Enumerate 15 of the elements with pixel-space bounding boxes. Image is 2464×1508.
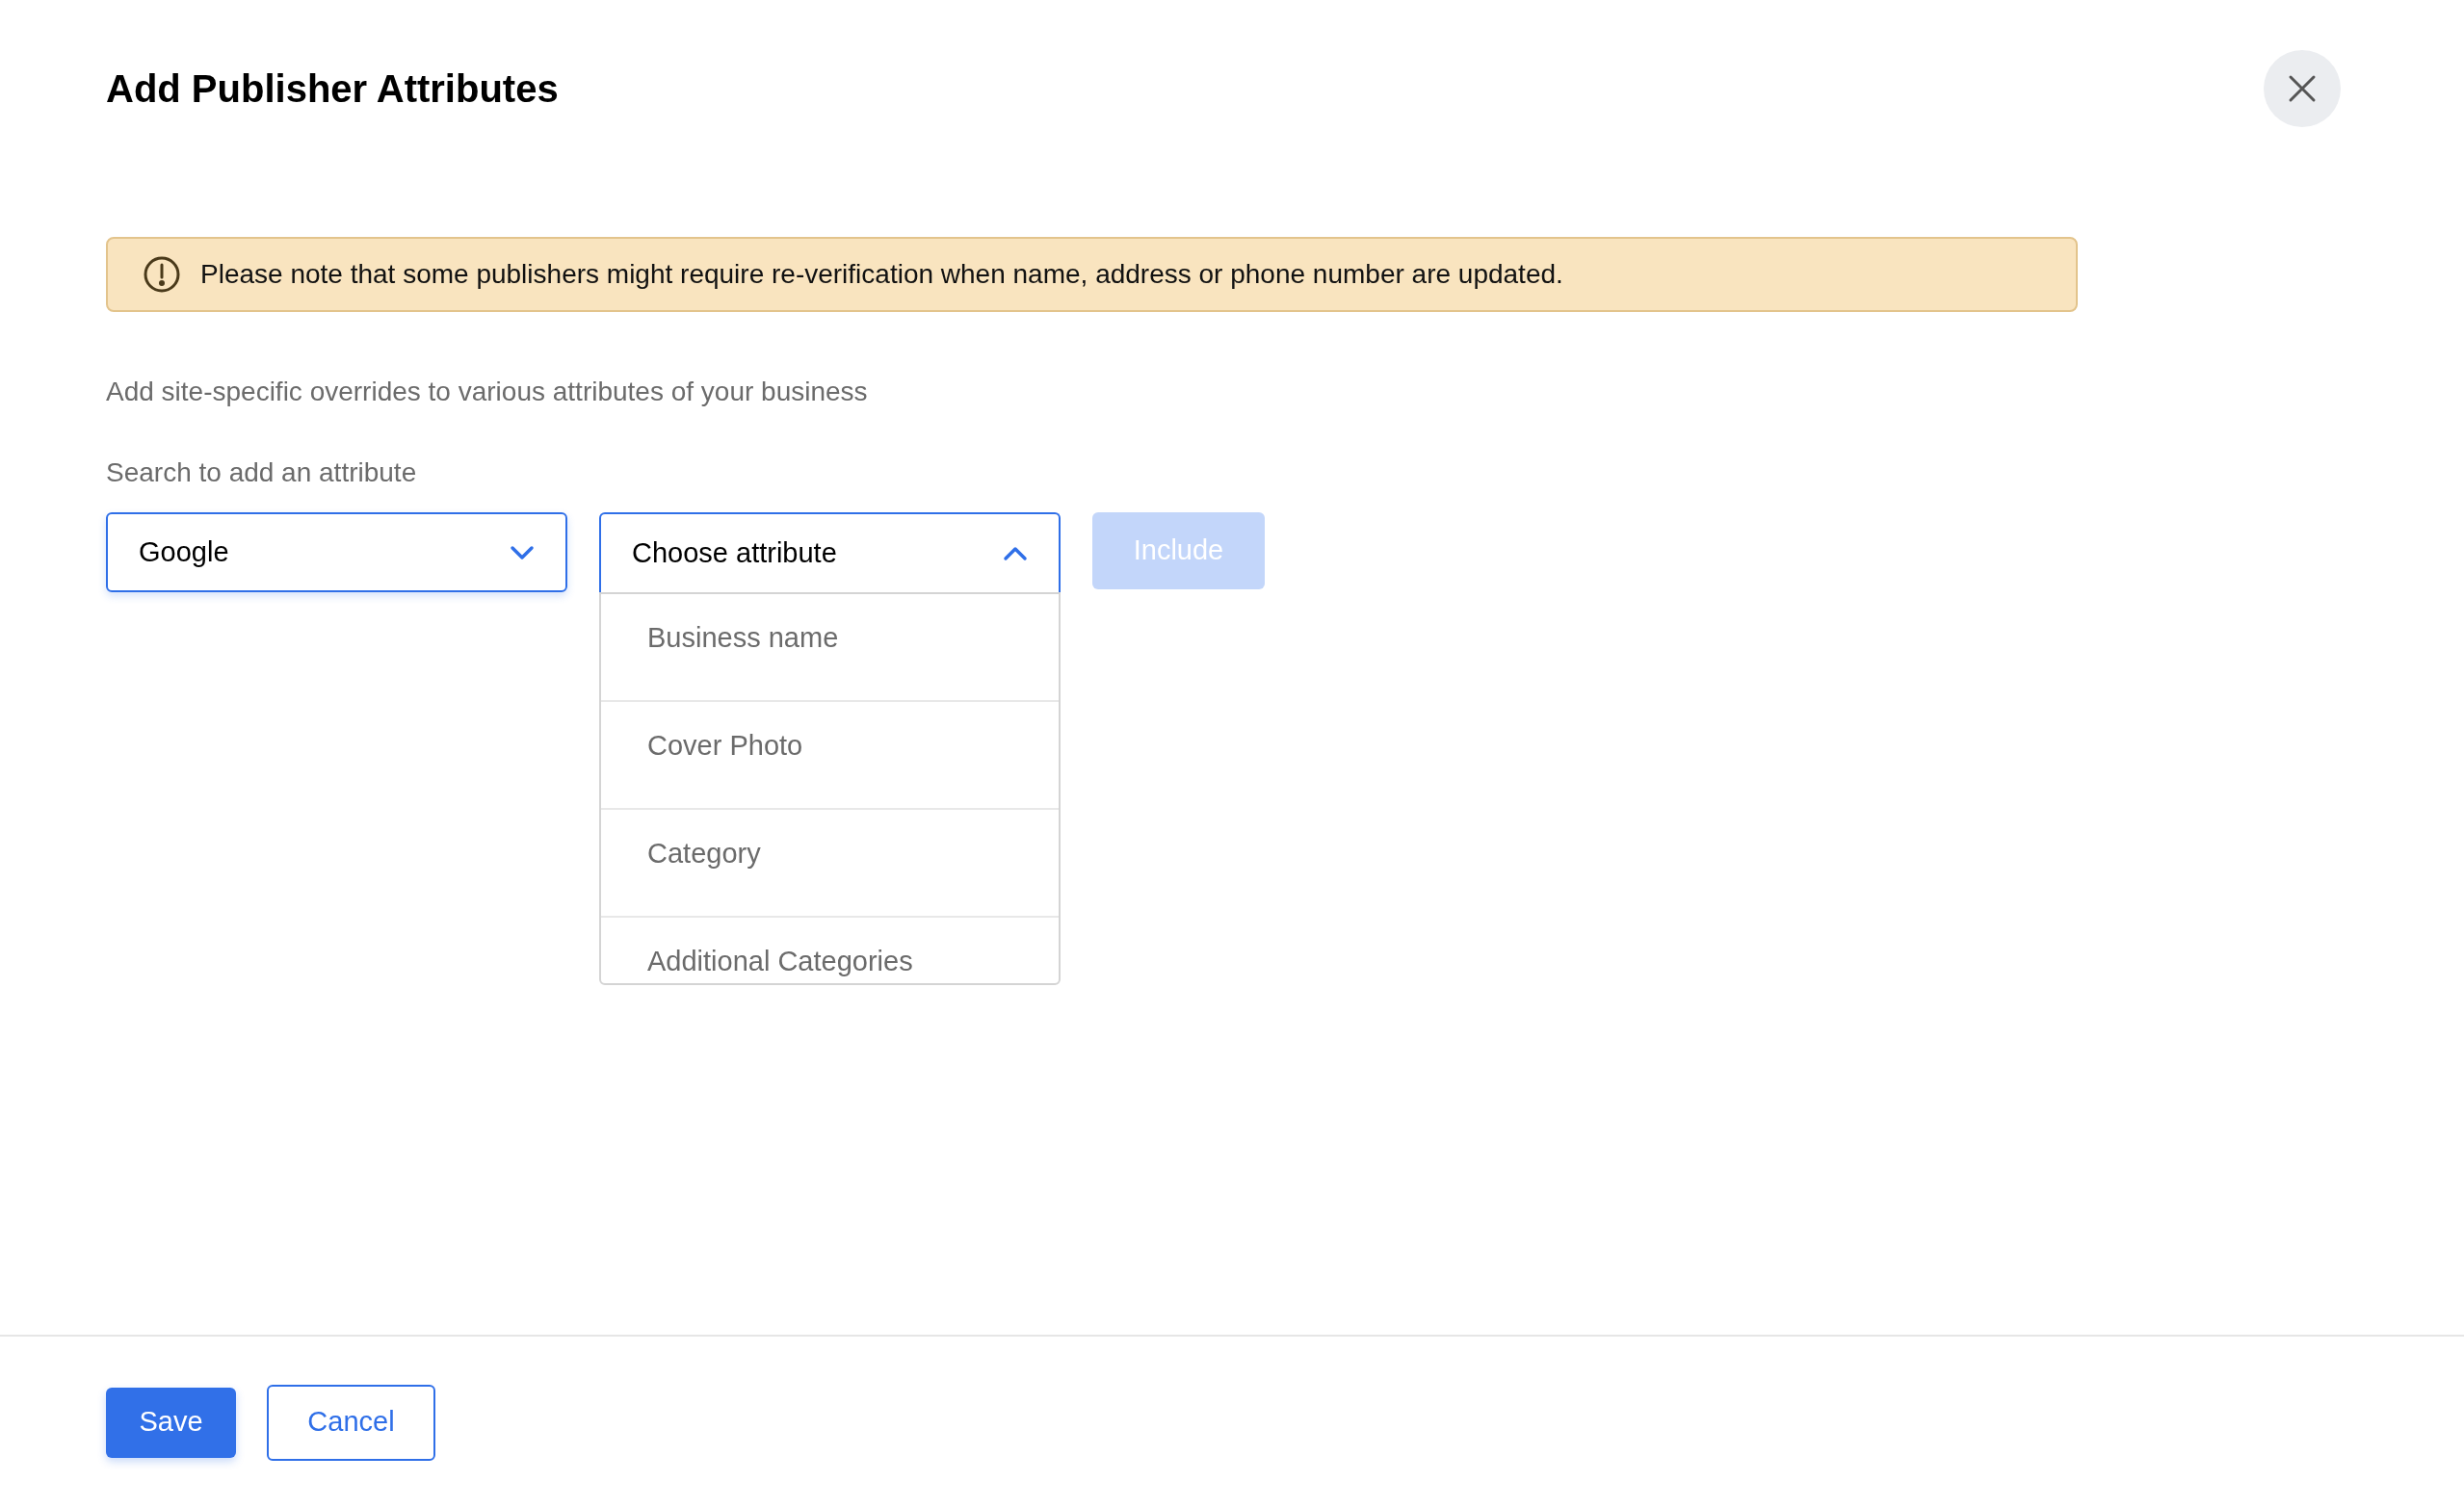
dropdown-option[interactable]: Business name [601,594,1059,702]
chevron-down-icon [510,544,535,560]
publisher-dropdown[interactable]: Google [106,512,567,592]
save-button[interactable]: Save [106,1387,236,1458]
dropdown-option[interactable]: Category [601,810,1059,918]
dropdown-option[interactable]: Additional Categories [601,918,1059,983]
dialog-title: Add Publisher Attributes [106,66,559,112]
close-icon [2288,74,2317,103]
alert-icon [143,255,181,294]
description-text: Add site-specific overrides to various attributes of your business [106,376,869,408]
search-label: Search to add an attribute [106,456,418,489]
chevron-up-icon [1003,545,1028,561]
cancel-button[interactable]: Cancel [267,1384,435,1461]
notice-text: Please note that some publishers might require re-verification when name, address or phone number are updated. [200,258,1563,291]
dropdown-option[interactable]: Cover Photo [601,702,1059,810]
